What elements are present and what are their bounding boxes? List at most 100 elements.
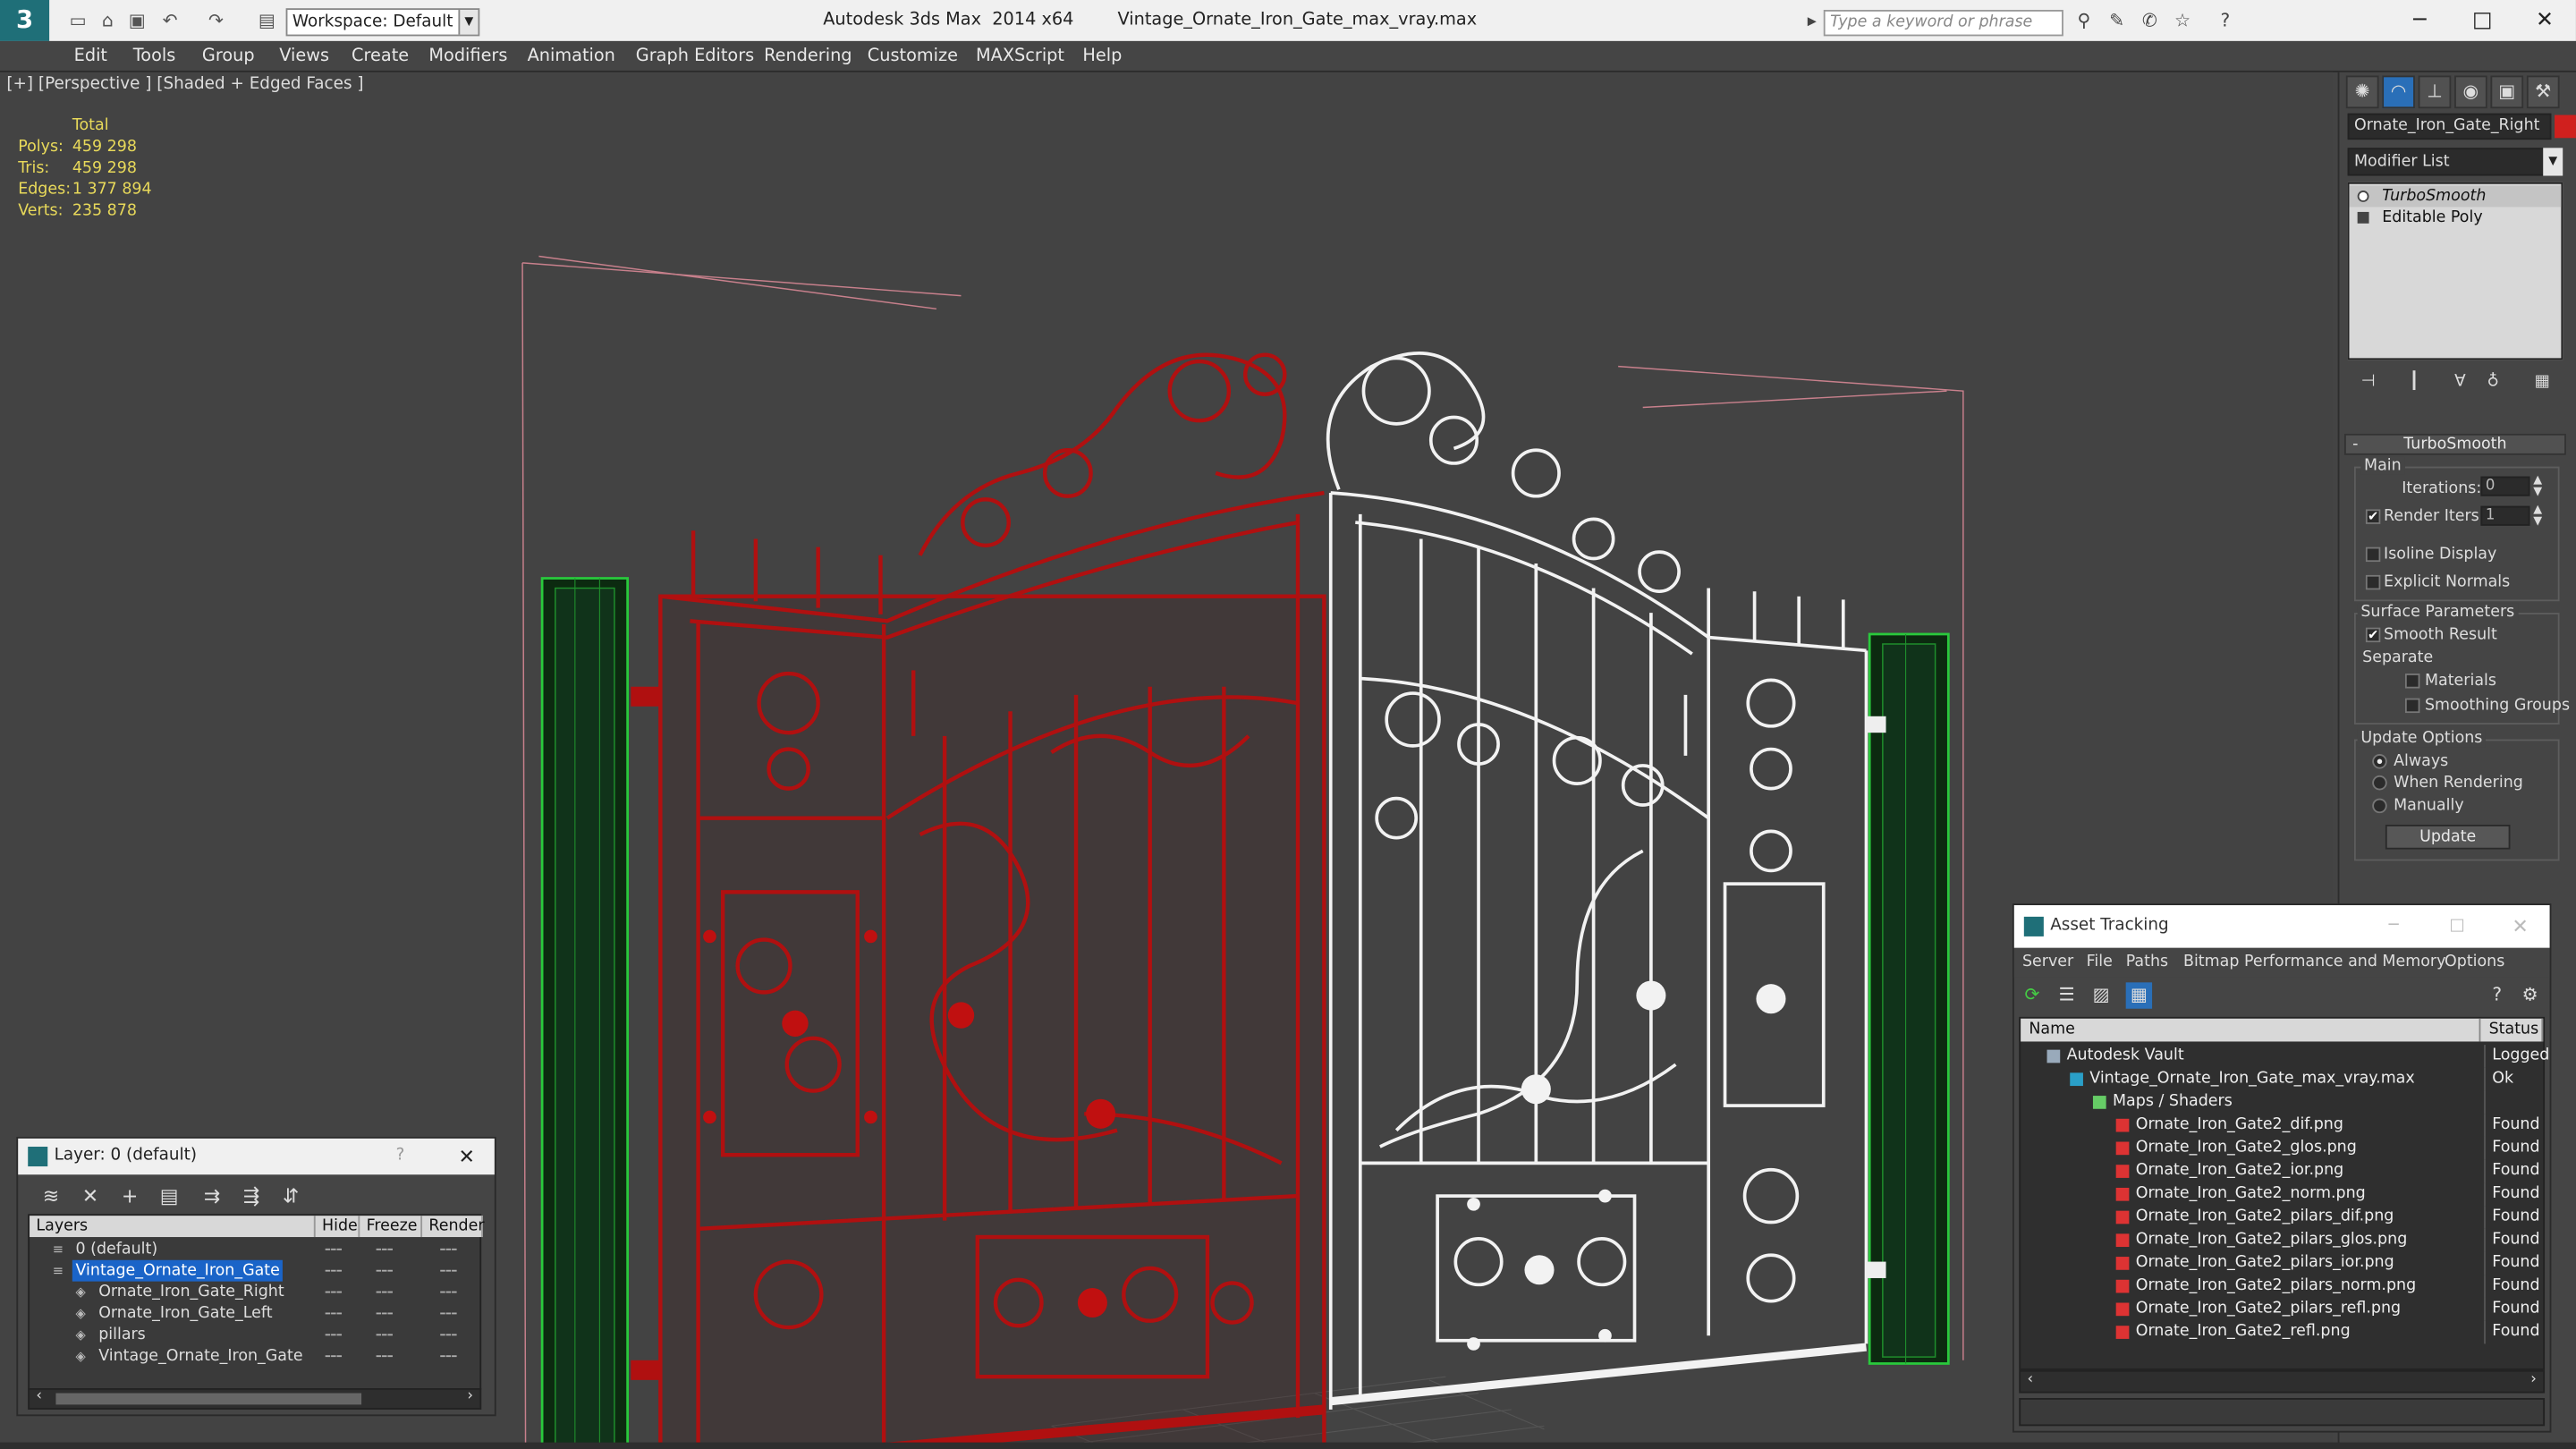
layer-name[interactable]: Ornate_Iron_Gate_Left <box>96 1303 276 1325</box>
asset-menu-file[interactable]: File <box>2087 948 2113 978</box>
menu-help[interactable]: Help <box>1082 41 1122 72</box>
layer-row[interactable]: ◈ pillars <box>30 1324 479 1345</box>
layer-row[interactable]: ≡ 0 (default) <box>30 1239 479 1260</box>
lightbulb-icon[interactable] <box>2357 191 2369 202</box>
explicit-normals-checkbox[interactable] <box>2365 574 2381 590</box>
search-input[interactable]: Type a keyword or phrase <box>1823 10 2063 37</box>
object-color-swatch[interactable] <box>2555 114 2576 139</box>
layer-row[interactable]: ≡ Vintage_Ornate_Iron_Gate <box>30 1259 479 1282</box>
list-view-icon[interactable]: ☰ <box>2054 982 2080 1008</box>
stack-item-editable-poly[interactable]: Editable Poly <box>2349 207 2561 228</box>
layer-window-titlebar[interactable]: Layer: 0 (default) ? ✕ <box>18 1138 495 1175</box>
project-folder-icon[interactable]: ▤ <box>255 8 280 33</box>
hide-toggle[interactable] <box>325 1334 343 1336</box>
create-tab-sun-icon[interactable]: ✺ <box>2345 75 2379 109</box>
column-name[interactable]: Name <box>2021 1018 2481 1042</box>
utilities-tab-icon[interactable]: ⚒ <box>2526 75 2560 109</box>
freeze-toggle[interactable] <box>376 1269 393 1272</box>
close-icon[interactable]: ✕ <box>458 1139 474 1174</box>
stack-item-turbosmooth[interactable]: TurboSmooth <box>2349 185 2562 208</box>
expand-arrow-icon[interactable]: ▸ <box>1804 8 1820 34</box>
scroll-right-icon[interactable]: › <box>467 1388 473 1404</box>
asset-row[interactable]: Autodesk Vault Logged <box>2021 1045 2549 1068</box>
app-logo-icon[interactable]: 3 <box>0 0 50 41</box>
minimize-icon[interactable]: ─ <box>2389 905 2399 948</box>
column-hide[interactable]: Hide <box>315 1216 360 1238</box>
render-iters-checkbox[interactable]: ✔ <box>2365 509 2381 524</box>
smooth-result-checkbox[interactable]: ✔ <box>2365 627 2381 643</box>
communication-icon[interactable]: ✆ <box>2136 8 2164 34</box>
asset-menu-server[interactable]: Server <box>2022 948 2073 978</box>
scroll-thumb[interactable] <box>55 1393 362 1405</box>
freeze-toggle[interactable] <box>376 1355 393 1358</box>
asset-row[interactable]: Ornate_Iron_Gate2_pilars_dif.png Found <box>2021 1206 2543 1229</box>
remove-modifier-icon[interactable]: ♁ <box>2479 368 2507 397</box>
help-icon[interactable]: ? <box>396 1139 405 1174</box>
help-icon[interactable]: ? <box>2484 982 2510 1008</box>
hide-freeze-icon[interactable]: ⇵ <box>277 1182 303 1208</box>
menu-maxscript[interactable]: MAXScript <box>976 41 1064 72</box>
hide-toggle[interactable] <box>325 1248 343 1250</box>
asset-menu-paths[interactable]: Paths <box>2126 948 2168 978</box>
help-icon[interactable]: ? <box>2211 8 2239 34</box>
asset-row[interactable]: Maps / Shaders <box>2021 1090 2543 1114</box>
new-file-icon[interactable]: ▭ <box>65 8 90 33</box>
asset-window-titlebar[interactable]: Asset Tracking ─ □ ✕ <box>2013 905 2550 948</box>
layer-name[interactable]: pillars <box>96 1324 149 1345</box>
add-selection-icon[interactable]: ▤ <box>156 1182 182 1208</box>
layer-horizontal-scrollbar[interactable]: ‹ › <box>28 1388 482 1410</box>
expand-box-icon[interactable] <box>2357 211 2369 224</box>
asset-row[interactable]: Ornate_Iron_Gate2_pilars_norm.png Found <box>2021 1275 2543 1298</box>
menu-rendering[interactable]: Rendering <box>764 41 852 72</box>
modifier-stack[interactable]: TurboSmooth Editable Poly <box>2347 182 2563 360</box>
hide-toggle[interactable] <box>325 1269 343 1272</box>
asset-horizontal-scrollbar[interactable]: ‹ › <box>2019 1369 2546 1394</box>
column-layers[interactable]: Layers <box>30 1216 316 1238</box>
save-file-icon[interactable]: ▣ <box>125 8 150 33</box>
layer-name[interactable]: Vintage_Ornate_Iron_Gate <box>96 1345 307 1367</box>
column-status[interactable]: Status <box>2480 1018 2544 1042</box>
object-name-field[interactable]: Ornate_Iron_Gate_Right <box>2347 113 2552 140</box>
select-objects-icon[interactable]: ⇉ <box>199 1182 225 1208</box>
make-unique-icon[interactable]: ∀ <box>2446 368 2474 397</box>
isoline-display-checkbox[interactable] <box>2365 547 2381 563</box>
redo-icon[interactable]: ↷ <box>204 8 229 33</box>
menu-edit[interactable]: Edit <box>74 41 107 72</box>
close-button[interactable]: ✕ <box>2513 0 2576 41</box>
menu-tools[interactable]: Tools <box>133 41 176 72</box>
render-toggle[interactable] <box>440 1291 457 1293</box>
freeze-toggle[interactable] <box>376 1291 393 1293</box>
menu-modifiers[interactable]: Modifiers <box>428 41 507 72</box>
freeze-toggle[interactable] <box>376 1312 393 1315</box>
column-freeze[interactable]: Freeze <box>360 1216 423 1238</box>
configure-sets-icon[interactable]: ▦ <box>2529 368 2556 397</box>
render-toggle[interactable] <box>440 1248 457 1250</box>
asset-row[interactable]: Ornate_Iron_Gate2_pilars_refl.png Found <box>2021 1297 2543 1321</box>
render-toggle[interactable] <box>440 1334 457 1336</box>
asset-row[interactable]: Ornate_Iron_Gate2_pilars_glos.png Found <box>2021 1228 2543 1252</box>
freeze-toggle[interactable] <box>376 1334 393 1336</box>
maximize-button[interactable]: □ <box>2451 0 2513 41</box>
layer-name[interactable]: 0 (default) <box>72 1239 161 1260</box>
scroll-left-icon[interactable]: ‹ <box>2027 1372 2033 1388</box>
layer-row[interactable]: ◈ Vintage_Ornate_Iron_Gate <box>30 1345 479 1367</box>
hierarchy-tab-icon[interactable]: ⊥ <box>2418 75 2452 109</box>
delete-layer-icon[interactable]: ✕ <box>77 1182 103 1208</box>
menu-group[interactable]: Group <box>202 41 255 72</box>
thumbnail-view-icon[interactable]: ▨ <box>2088 982 2114 1008</box>
minimize-button[interactable]: ─ <box>2389 0 2452 41</box>
hide-toggle[interactable] <box>325 1312 343 1315</box>
iterations-spinner[interactable]: 0 <box>2480 476 2530 496</box>
render-toggle[interactable] <box>440 1355 457 1358</box>
display-tab-icon[interactable]: ▣ <box>2490 75 2524 109</box>
asset-row[interactable]: Vintage_Ornate_Iron_Gate_max_vray.max Ok <box>2021 1067 2543 1091</box>
menu-animation[interactable]: Animation <box>528 41 615 72</box>
open-file-icon[interactable]: ⌂ <box>96 8 121 33</box>
pin-stack-icon[interactable]: ⊣ <box>2354 368 2382 397</box>
render-toggle[interactable] <box>440 1312 457 1315</box>
binoculars-icon[interactable]: ⚲ <box>2070 8 2097 34</box>
new-layer-icon[interactable]: + <box>116 1182 142 1208</box>
modifier-list-dropdown[interactable]: Modifier List ▼ <box>2347 148 2563 176</box>
asset-menu-bitmap[interactable]: Bitmap Performance and Memory <box>2183 948 2445 978</box>
freeze-toggle[interactable] <box>376 1248 393 1250</box>
